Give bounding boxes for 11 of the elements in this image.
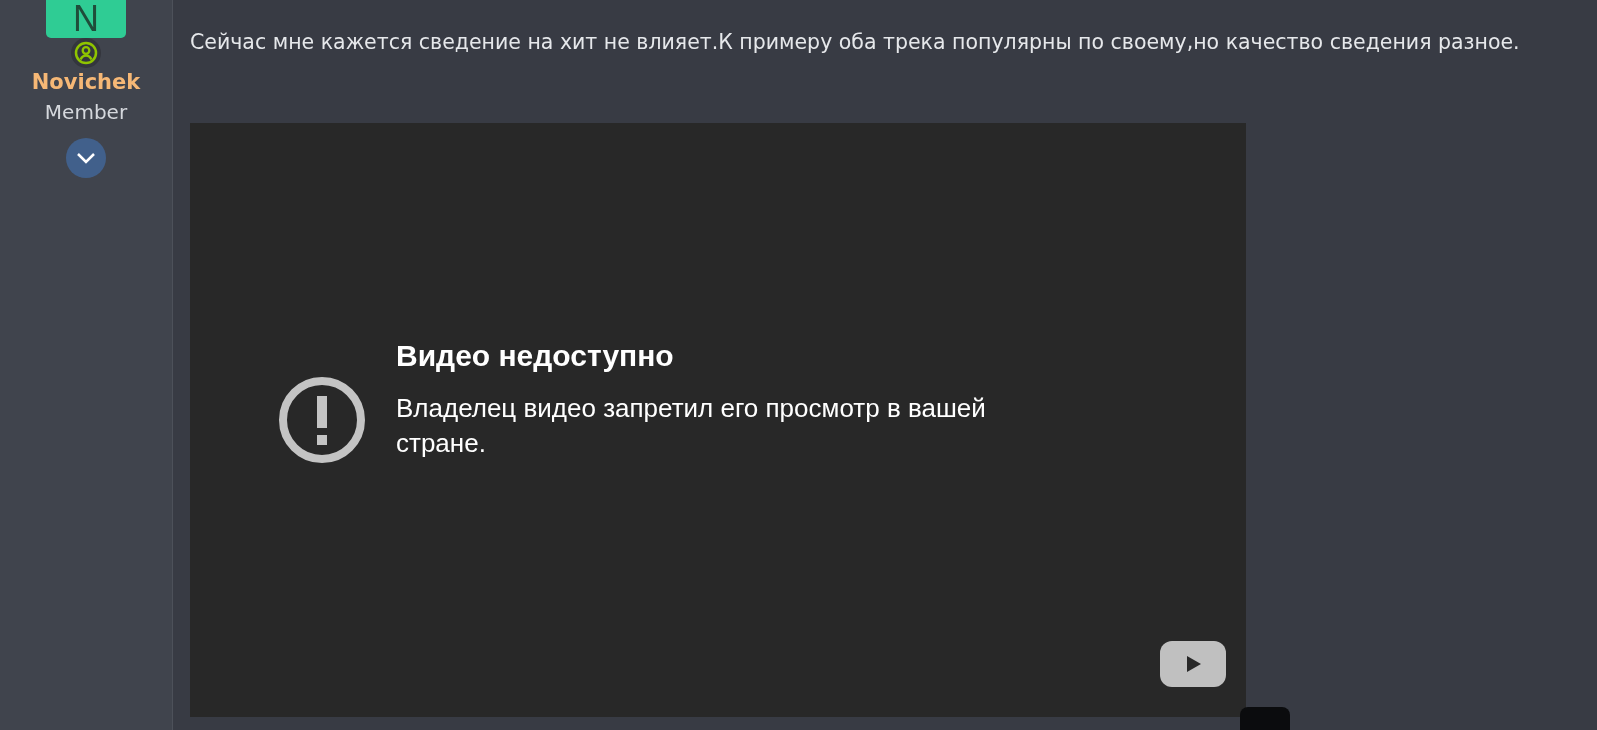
expand-button[interactable] bbox=[66, 138, 106, 178]
user-role: Member bbox=[44, 100, 128, 124]
play-logo-icon[interactable] bbox=[1160, 641, 1226, 687]
video-error-message: Владелец видео запретил его просмотр в вашей стране. bbox=[396, 391, 987, 460]
post-text: Сейчас мне кажется сведение на хит не влияет.К примеру оба трека популярны по своему,но качество сведения разное. bbox=[190, 30, 1521, 54]
username[interactable]: Novichek bbox=[31, 70, 141, 94]
alert-icon bbox=[278, 376, 366, 464]
avatar[interactable]: N bbox=[46, 0, 126, 38]
video-error-title: Видео недоступно bbox=[396, 338, 675, 373]
chevron-down-icon bbox=[76, 152, 96, 164]
user-status-badge bbox=[71, 38, 101, 68]
